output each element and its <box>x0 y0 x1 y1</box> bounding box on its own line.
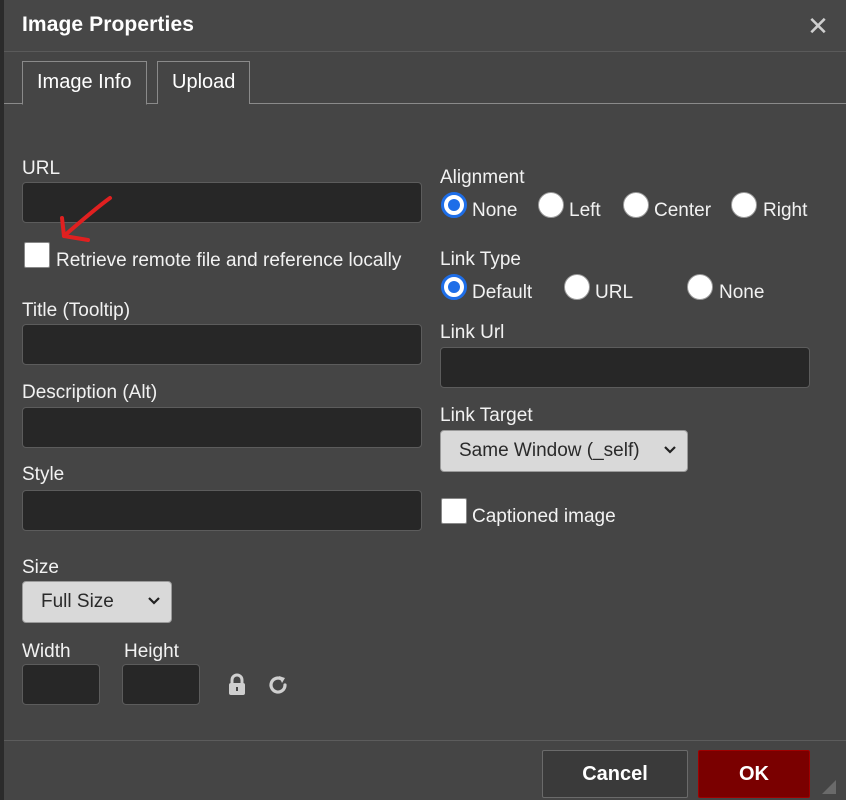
link-type-option-none: None <box>719 282 765 303</box>
captioned-image-label: Captioned image <box>472 506 616 527</box>
cancel-button[interactable]: Cancel <box>542 750 688 798</box>
link-type-option-default: Default <box>472 282 533 303</box>
size-select-value: Full Size <box>41 591 114 612</box>
alignment-radio-left[interactable] <box>538 192 564 218</box>
refresh-icon[interactable] <box>266 673 292 699</box>
height-input[interactable] <box>122 664 200 705</box>
retrieve-remote-label: Retrieve remote file and reference local… <box>56 250 402 271</box>
description-alt-input[interactable] <box>22 407 422 448</box>
captioned-image-checkbox[interactable] <box>441 498 467 524</box>
close-icon[interactable]: ✕ <box>804 12 832 40</box>
tab-image-info[interactable]: Image Info <box>22 61 147 105</box>
alignment-option-right: Right <box>763 200 808 221</box>
dialog-footer: Cancel OK <box>4 740 846 800</box>
resize-grip-icon[interactable] <box>818 776 838 796</box>
alignment-option-none: None <box>472 200 518 221</box>
title-tooltip-input[interactable] <box>22 324 422 365</box>
link-url-label: Link Url <box>440 322 505 343</box>
size-select[interactable]: Full Size <box>22 581 172 623</box>
title-tooltip-label: Title (Tooltip) <box>22 300 131 321</box>
alignment-option-center: Center <box>654 200 712 221</box>
height-label: Height <box>124 641 179 662</box>
link-url-input[interactable] <box>440 347 810 388</box>
alignment-radio-center[interactable] <box>623 192 649 218</box>
dialog-titlebar[interactable]: Image Properties ✕ <box>4 0 846 52</box>
ok-button[interactable]: OK <box>698 750 810 798</box>
chevron-down-icon <box>147 582 161 638</box>
link-type-radio-default[interactable] <box>441 274 467 300</box>
link-type-label: Link Type <box>440 249 521 270</box>
retrieve-remote-checkbox[interactable] <box>24 242 50 268</box>
link-type-option-url: URL <box>595 282 634 303</box>
image-properties-dialog: Image Properties ✕ Image Info Upload URL… <box>0 0 846 800</box>
lock-icon[interactable] <box>226 673 252 699</box>
style-input[interactable] <box>22 490 422 531</box>
dialog-title: Image Properties <box>22 13 194 36</box>
size-label: Size <box>22 557 59 578</box>
width-input[interactable] <box>22 664 100 705</box>
link-target-label: Link Target <box>440 405 533 426</box>
tab-upload[interactable]: Upload <box>157 61 251 104</box>
description-alt-label: Description (Alt) <box>22 382 158 403</box>
alignment-radio-none[interactable] <box>441 192 467 218</box>
alignment-radio-right[interactable] <box>731 192 757 218</box>
alignment-option-left: Left <box>569 200 601 221</box>
tab-bar: Image Info Upload <box>4 52 846 105</box>
link-target-select[interactable]: Same Window (_self) <box>440 430 688 472</box>
annotation-arrow-icon <box>60 196 112 242</box>
alignment-label: Alignment <box>440 167 525 188</box>
url-label: URL <box>22 158 61 179</box>
width-label: Width <box>22 641 71 662</box>
link-type-radio-none[interactable] <box>687 274 713 300</box>
link-type-radio-url[interactable] <box>564 274 590 300</box>
style-label: Style <box>22 464 65 485</box>
chevron-down-icon <box>663 431 677 487</box>
link-target-select-value: Same Window (_self) <box>459 440 640 461</box>
